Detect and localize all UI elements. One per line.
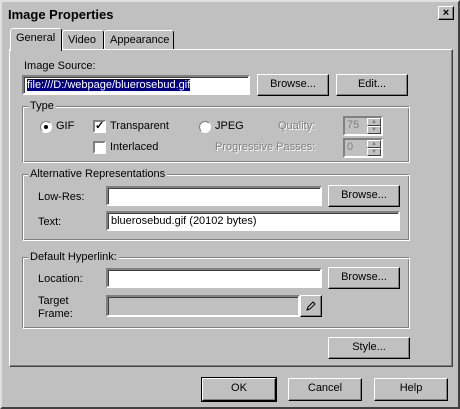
quality-label: Quality: bbox=[278, 120, 316, 132]
transparent-label: Transparent bbox=[110, 120, 169, 132]
alt-text-label: Text: bbox=[38, 216, 62, 228]
lowres-label: Low-Res: bbox=[38, 191, 85, 203]
target-frame-picker-button[interactable] bbox=[300, 295, 322, 317]
help-button[interactable]: Help bbox=[374, 378, 448, 401]
quality-value: 75 bbox=[347, 119, 360, 131]
image-source-value: file:///D:/webpage/bluerosebud.gif bbox=[27, 79, 191, 91]
default-hyperlink-title: Default Hyperlink: bbox=[28, 251, 119, 263]
tab-general[interactable]: General bbox=[10, 28, 62, 51]
interlaced-label: Interlaced bbox=[110, 141, 159, 153]
transparent-checkbox[interactable]: ✓ bbox=[93, 120, 106, 133]
target-frame-input[interactable] bbox=[106, 295, 300, 317]
spin-up-icon[interactable]: ▲ bbox=[367, 118, 381, 126]
location-browse-button[interactable]: Browse... bbox=[328, 267, 400, 289]
jpeg-radio[interactable] bbox=[199, 121, 211, 133]
passes-value: 0 bbox=[347, 141, 354, 153]
edit-button[interactable]: Edit... bbox=[336, 74, 408, 96]
pencil-icon bbox=[306, 301, 316, 311]
spin-up-icon[interactable]: ▲ bbox=[367, 140, 381, 148]
image-source-input[interactable]: file:///D:/webpage/bluerosebud.gif bbox=[22, 75, 250, 95]
quality-spinner[interactable]: 75 ▲ ▼ bbox=[343, 116, 383, 136]
quality-spin-arrows: ▲ ▼ bbox=[367, 118, 381, 134]
image-properties-dialog: Image Properties × General Video Appeara… bbox=[0, 0, 460, 409]
gif-label: GIF bbox=[56, 120, 75, 132]
location-input[interactable] bbox=[106, 268, 322, 288]
alternative-representations-title: Alternative Representations bbox=[28, 168, 168, 180]
cancel-button[interactable]: Cancel bbox=[288, 378, 362, 401]
tab-video-label: Video bbox=[68, 34, 96, 46]
lowres-input[interactable] bbox=[106, 186, 322, 206]
gif-radio[interactable] bbox=[40, 121, 52, 133]
progressive-passes-label: Progressive Passes: bbox=[215, 141, 316, 153]
close-button[interactable]: × bbox=[438, 6, 454, 20]
passes-spin-arrows: ▲ ▼ bbox=[367, 140, 381, 156]
tab-general-label: General bbox=[16, 32, 56, 44]
spin-down-icon[interactable]: ▼ bbox=[367, 148, 381, 156]
image-source-browse-button[interactable]: Browse... bbox=[257, 74, 329, 96]
type-group-title: Type bbox=[28, 100, 56, 112]
tab-appearance[interactable]: Appearance bbox=[104, 30, 174, 50]
dialog-title: Image Properties bbox=[8, 7, 114, 22]
ok-button[interactable]: OK bbox=[201, 377, 277, 402]
jpeg-label: JPEG bbox=[215, 120, 244, 132]
passes-spinner[interactable]: 0 ▲ ▼ bbox=[343, 138, 383, 158]
location-label: Location: bbox=[38, 273, 83, 285]
target-frame-label-line1: Target bbox=[38, 295, 69, 307]
title-bar: Image Properties × bbox=[4, 4, 456, 24]
interlaced-checkbox[interactable] bbox=[93, 141, 106, 154]
target-frame-label-line2: Frame: bbox=[38, 308, 73, 320]
tab-appearance-label: Appearance bbox=[110, 34, 170, 46]
lowres-browse-button[interactable]: Browse... bbox=[328, 185, 400, 207]
spin-down-icon[interactable]: ▼ bbox=[367, 126, 381, 134]
style-button[interactable]: Style... bbox=[328, 337, 410, 359]
image-source-label: Image Source: bbox=[24, 60, 96, 72]
tab-video[interactable]: Video bbox=[62, 30, 104, 50]
close-icon: × bbox=[442, 7, 450, 19]
alt-text-input[interactable]: bluerosebud.gif (20102 bytes) bbox=[106, 211, 400, 231]
